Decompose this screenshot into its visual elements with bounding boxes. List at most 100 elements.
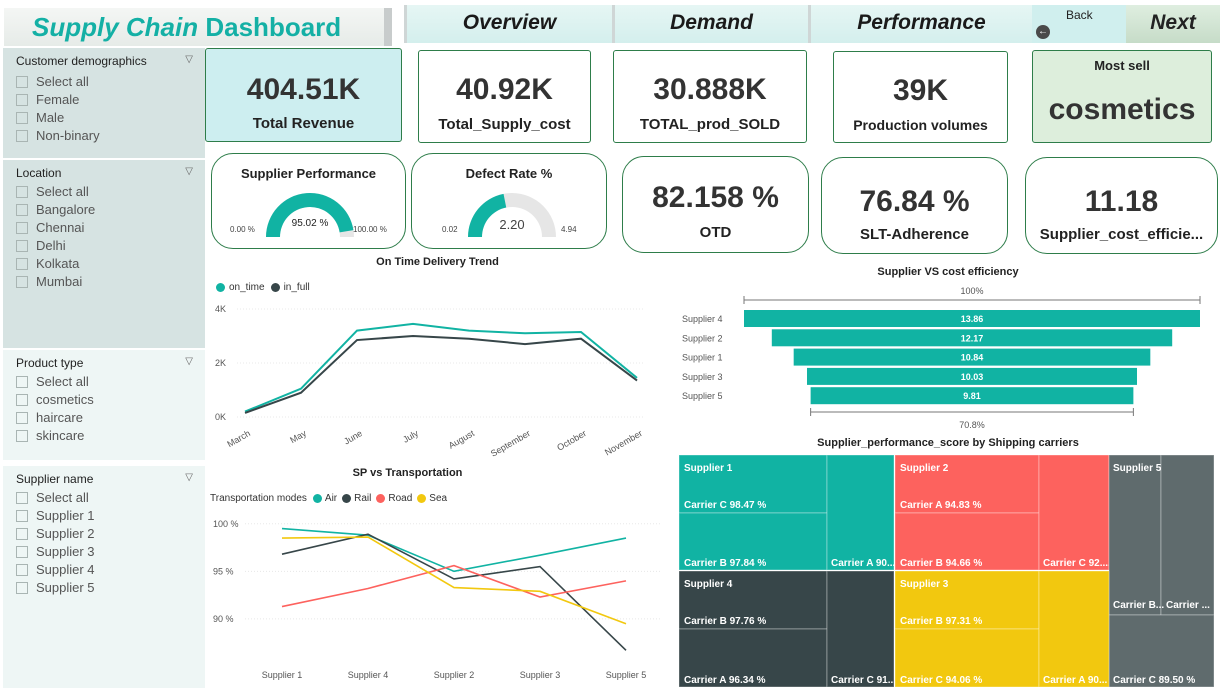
- funnel-value-label: 13.86: [961, 314, 984, 324]
- tab-overview[interactable]: Overview: [404, 5, 612, 43]
- chevron-down-icon[interactable]: ▽: [185, 54, 193, 65]
- tab-demand[interactable]: Demand: [612, 5, 808, 43]
- slicer-item[interactable]: Supplier 4: [16, 562, 95, 577]
- slicer-item[interactable]: Non-binary: [16, 128, 100, 143]
- slicer-item[interactable]: skincare: [16, 428, 84, 443]
- chevron-down-icon[interactable]: ▽: [185, 166, 193, 177]
- slicer-item[interactable]: Bangalore: [16, 202, 95, 217]
- gauge-title: Defect Rate %: [465, 166, 553, 181]
- y-tick-label: 0K: [215, 412, 226, 422]
- slicer-item[interactable]: Select all: [16, 74, 89, 89]
- slicer-item[interactable]: Supplier 2: [16, 526, 95, 541]
- treemap-cell: [1108, 454, 1162, 616]
- gauge-fill: [266, 193, 354, 237]
- legend-dot: [342, 494, 352, 503]
- y-tick-label: 95 %: [213, 566, 234, 576]
- x-tick-label: August: [447, 428, 477, 451]
- series-line-in_full: [244, 334, 638, 414]
- funnel-value-label: 12.17: [961, 333, 984, 343]
- checkbox[interactable]: [16, 545, 28, 558]
- tab-performance[interactable]: Performance: [808, 5, 1032, 43]
- checkbox[interactable]: [16, 257, 28, 270]
- checkbox[interactable]: [16, 491, 28, 504]
- back-label: Back: [1066, 8, 1093, 22]
- checkbox[interactable]: [16, 75, 28, 88]
- checkbox[interactable]: [16, 93, 28, 106]
- gauge-supplier-performance: Supplier Performance 95.02 % 0.00 % 100.…: [211, 153, 406, 249]
- kpi-value: 30.888K: [653, 73, 767, 106]
- checkbox[interactable]: [16, 239, 28, 252]
- legend-label: Sea: [429, 493, 448, 504]
- checkbox[interactable]: [16, 275, 28, 288]
- slicer-item[interactable]: Select all: [16, 490, 89, 505]
- checkbox[interactable]: [16, 527, 28, 540]
- otd-legend: on_time in_full: [216, 282, 310, 293]
- slicer-customer-demographics: Customer demographics ▽ Select all Femal…: [3, 48, 205, 158]
- checkbox[interactable]: [16, 111, 28, 124]
- x-tick-label: Supplier 2: [434, 670, 475, 680]
- chart-title-otd: On Time Delivery Trend: [376, 256, 499, 268]
- checkbox[interactable]: [16, 411, 28, 424]
- back-button[interactable]: Back ←: [1032, 5, 1126, 43]
- slicer-item[interactable]: Kolkata: [16, 256, 79, 271]
- slicer-item[interactable]: Supplier 3: [16, 544, 95, 559]
- y-tick-label: 2K: [215, 358, 226, 368]
- kpi-label: TOTAL_prod_SOLD: [639, 116, 781, 133]
- slicer-item[interactable]: Select all: [16, 184, 89, 199]
- slicer-item[interactable]: Chennai: [16, 220, 84, 235]
- kpi-total-supply-cost: 40.92K Total_Supply_cost: [418, 50, 591, 143]
- treemap-group-label: Supplier 4: [684, 579, 733, 590]
- checkbox[interactable]: [16, 129, 28, 142]
- dashboard-title: Supply Chain Dashboard: [4, 8, 392, 46]
- gauge-max: 100.00 %: [353, 225, 387, 234]
- checkbox[interactable]: [16, 203, 28, 216]
- kpi-total-revenue: 404.51K Total Revenue: [205, 48, 402, 142]
- chevron-down-icon[interactable]: ▽: [185, 472, 193, 483]
- gauge-arc: [266, 193, 354, 237]
- slicer-location: Location ▽ Select all Bangalore Chennai …: [3, 160, 205, 348]
- kpi-otd: 82.158 % OTD: [622, 156, 809, 253]
- kpi-value: 39K: [892, 74, 949, 107]
- checkbox[interactable]: [16, 563, 28, 576]
- kpi-total-prod-sold: 30.888K TOTAL_prod_SOLD: [613, 50, 807, 143]
- back-arrow-icon: ←: [1036, 25, 1050, 39]
- next-button[interactable]: Next: [1126, 5, 1220, 43]
- slicer-item[interactable]: Supplier 5: [16, 580, 95, 595]
- x-tick-label: May: [288, 428, 308, 445]
- slicer-item[interactable]: Male: [16, 110, 64, 125]
- x-tick-label: Supplier 3: [520, 670, 561, 680]
- checkbox[interactable]: [16, 581, 28, 594]
- slicer-item[interactable]: haircare: [16, 410, 83, 425]
- checkbox[interactable]: [16, 429, 28, 442]
- slicer-item[interactable]: Select all: [16, 374, 89, 389]
- treemap-group-label: Supplier 2: [900, 463, 949, 474]
- slicer-item[interactable]: Delhi: [16, 238, 66, 253]
- treemap-group-label: Supplier 1: [684, 463, 733, 474]
- gauge-value: 95.02 %: [291, 218, 329, 229]
- checkbox[interactable]: [16, 393, 28, 406]
- legend-dot: [417, 494, 427, 503]
- funnel-value-label: 9.81: [963, 391, 981, 401]
- funnel-bottom-label: 70.8%: [959, 420, 985, 430]
- x-tick-label: October: [555, 428, 588, 453]
- funnel-top-label: 100%: [960, 286, 983, 296]
- checkbox[interactable]: [16, 375, 28, 388]
- kpi-production-volumes: 39K Production volumes: [833, 51, 1008, 143]
- slicer-item[interactable]: cosmetics: [16, 392, 94, 407]
- checkbox[interactable]: [16, 185, 28, 198]
- slicer-title: Customer demographics: [16, 54, 147, 68]
- treemap-cell-label: Carrier A 94.83 %: [900, 500, 982, 511]
- otd-line-chart: 0K 2K 4K March May June July August September Oct…: [215, 304, 645, 459]
- slicer-item[interactable]: Mumbai: [16, 274, 82, 289]
- treemap-cell-label: Carrier A 96.34 %: [684, 675, 766, 686]
- treemap-cell-label: Carrier C 98.47 %: [684, 500, 766, 511]
- slicer-item[interactable]: Supplier 1: [16, 508, 95, 523]
- chevron-down-icon[interactable]: ▽: [185, 356, 193, 367]
- funnel-value-label: 10.03: [961, 372, 984, 382]
- kpi-label: Production volumes: [853, 117, 988, 133]
- checkbox[interactable]: [16, 509, 28, 522]
- kpi-value: cosmetics: [1048, 93, 1196, 126]
- slicer-item[interactable]: Female: [16, 92, 79, 107]
- treemap-cell-label: Carrier C 94.06 %: [900, 675, 982, 686]
- checkbox[interactable]: [16, 221, 28, 234]
